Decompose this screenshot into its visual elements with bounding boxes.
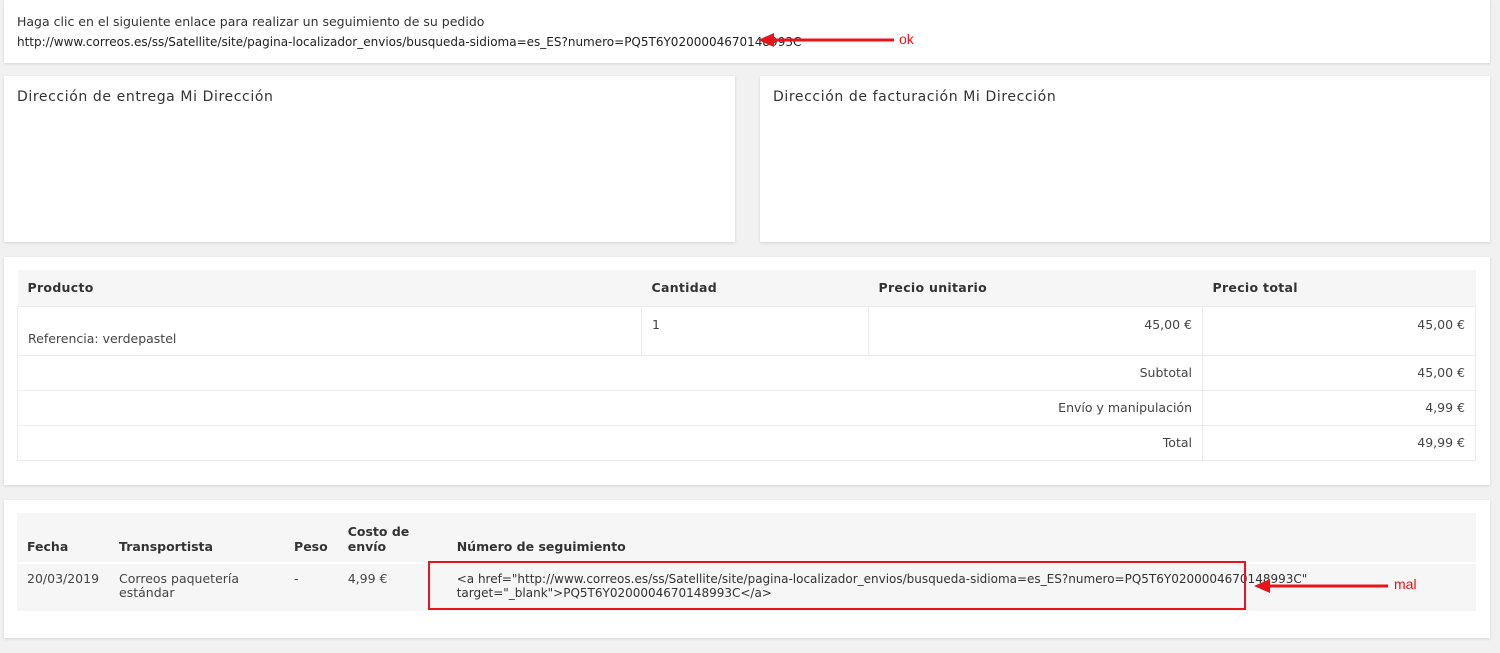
subtotal-label: Subtotal: [17, 354, 1203, 391]
billing-address-card: Dirección de facturación Mi Dirección: [760, 76, 1490, 242]
header-tracking-number: Número de seguimiento: [446, 513, 1476, 563]
header-unit-price: Precio unitario: [868, 270, 1203, 306]
tracking-link[interactable]: http://www.correos.es/ss/Satellite/site/…: [17, 35, 801, 49]
table-row: Referencia: verdepastel 1 45,00 € 45,00 …: [17, 305, 1476, 356]
annotation-arrow-ok: [758, 33, 894, 47]
product-reference: Referencia: verdepastel: [28, 330, 177, 346]
header-carrier: Transportista: [109, 513, 285, 563]
total-value: 49,99 €: [1202, 424, 1476, 461]
shipping-handling-value: 4,99 €: [1202, 389, 1476, 426]
shipping-date: 20/03/2019: [17, 562, 110, 611]
billing-address-title: Dirección de facturación Mi Dirección: [773, 89, 1057, 105]
annotation-arrow-mal: [1254, 579, 1388, 593]
summary-row-shipping: Envío y manipulación 4,99 €: [17, 389, 1476, 426]
delivery-address-card: Dirección de entrega Mi Dirección: [4, 76, 735, 242]
header-total-price: Precio total: [1202, 270, 1476, 306]
header-product: Producto: [17, 270, 642, 306]
delivery-address-title: Dirección de entrega Mi Dirección: [17, 89, 274, 105]
annotation-mal-label: mal: [1394, 576, 1417, 592]
shipping-weight: -: [284, 562, 338, 611]
header-shipping-cost: Costo de envío: [337, 513, 447, 563]
total-label: Total: [17, 424, 1203, 461]
summary-row-total: Total 49,99 €: [17, 424, 1476, 461]
shipping-header-row: Fecha Transportista Peso Costo de envío …: [17, 513, 1476, 563]
header-weight: Peso: [284, 513, 338, 563]
header-quantity: Cantidad: [641, 270, 869, 306]
product-total-price: 45,00 €: [1202, 305, 1476, 356]
annotation-ok-label: ok: [899, 31, 914, 47]
product-quantity: 1: [641, 305, 869, 356]
products-card: Producto Cantidad Precio unitario Precio…: [4, 257, 1490, 485]
tracking-intro-text: Haga clic en el siguiente enlace para re…: [17, 14, 485, 29]
subtotal-value: 45,00 €: [1202, 354, 1476, 391]
product-unit-price: 45,00 €: [868, 305, 1203, 356]
header-date: Fecha: [17, 513, 110, 563]
annotation-highlight-box: [428, 561, 1246, 610]
tracking-info-card: Haga clic en el siguiente enlace para re…: [4, 0, 1490, 63]
products-header-row: Producto Cantidad Precio unitario Precio…: [17, 270, 1476, 306]
products-table: Producto Cantidad Precio unitario Precio…: [17, 270, 1476, 461]
shipping-handling-label: Envío y manipulación: [17, 389, 1203, 426]
shipping-carrier: Correos paquetería estándar: [109, 562, 285, 611]
product-cell: Referencia: verdepastel: [17, 305, 642, 356]
summary-row-subtotal: Subtotal 45,00 €: [17, 354, 1476, 391]
